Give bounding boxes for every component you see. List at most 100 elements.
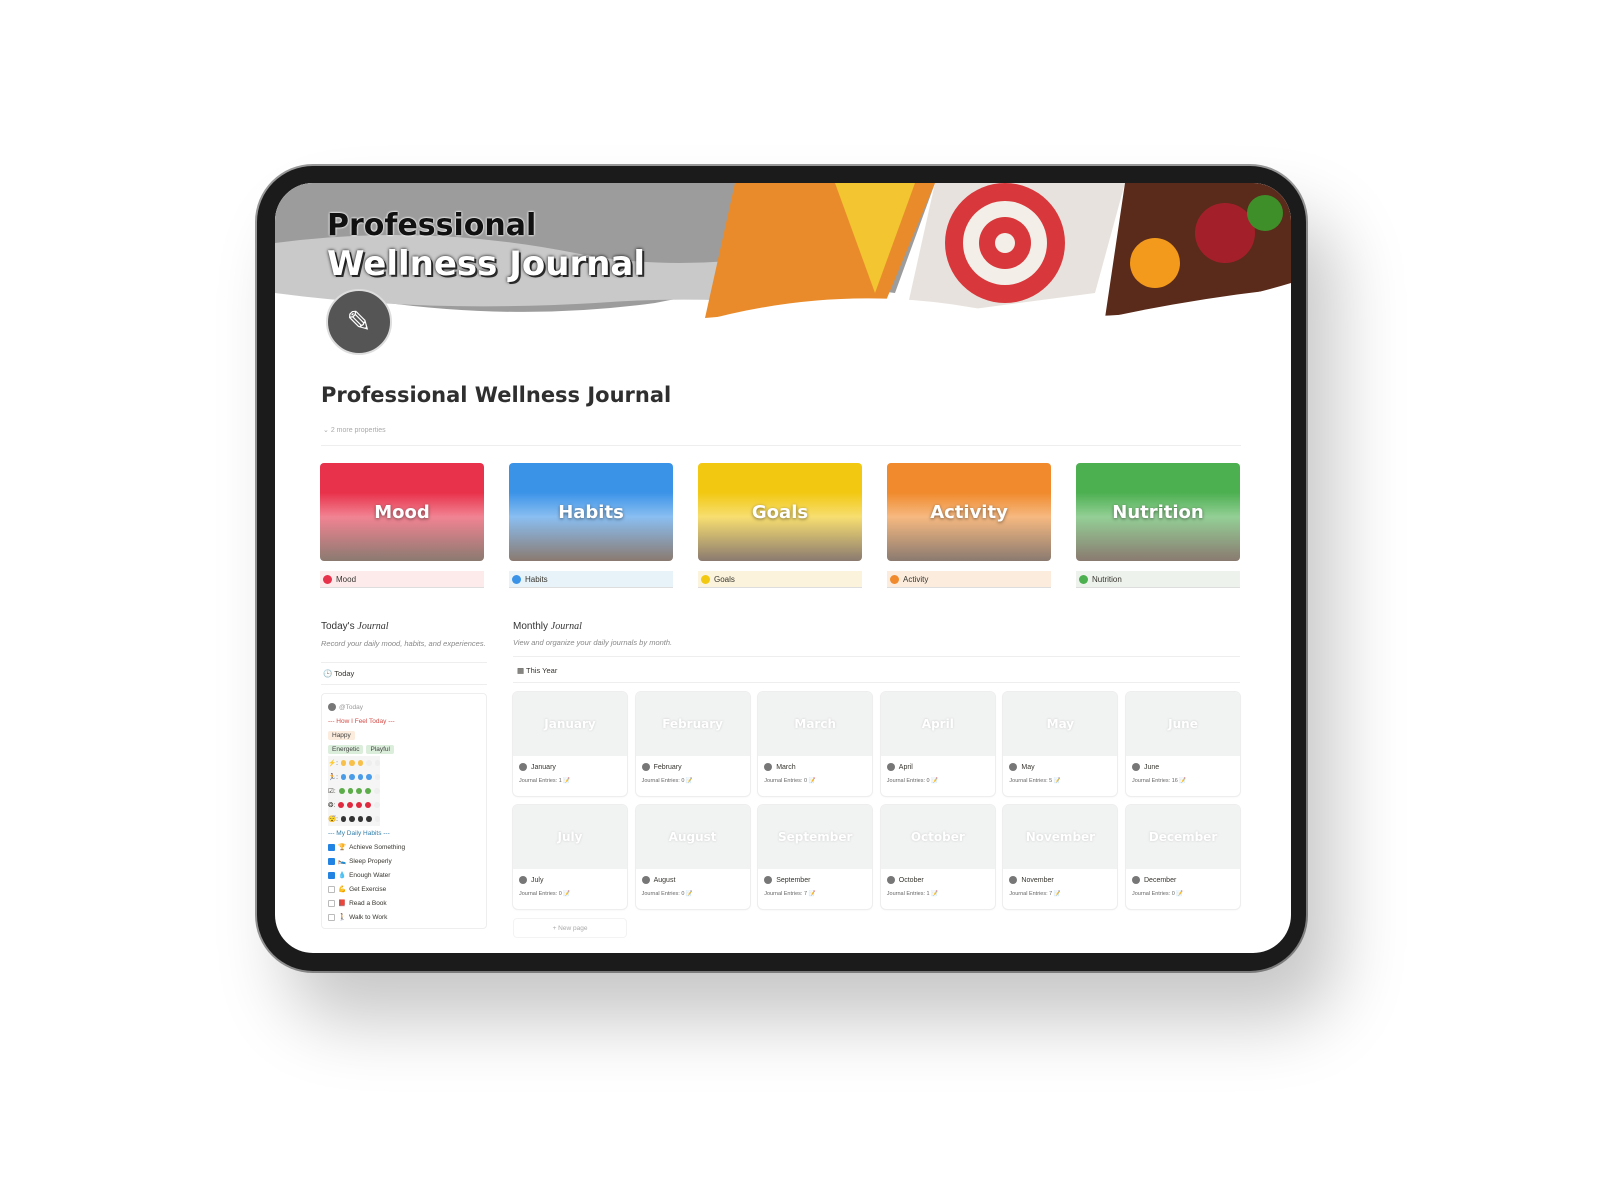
habit-icon: 🏆: [338, 844, 347, 851]
category-link-label: Habits: [525, 574, 548, 584]
month-title[interactable]: June: [1126, 756, 1240, 771]
habit-checkbox[interactable]: [328, 899, 335, 907]
habit-checkbox[interactable]: [328, 843, 335, 851]
rating-icon: ⚡:: [328, 760, 338, 767]
more-properties-toggle[interactable]: ⌄ 2 more properties: [323, 426, 386, 434]
month-title[interactable]: February: [636, 756, 750, 771]
month-title[interactable]: March: [758, 756, 872, 771]
category-card-activity[interactable]: Activity Activity: [887, 463, 1051, 588]
journal-entries: Journal Entries: 1 📝: [881, 884, 995, 897]
rating-row[interactable]: 🏃:: [328, 770, 381, 784]
month-card-july[interactable]: July July Journal Entries: 0 📝: [513, 805, 627, 909]
habit-row[interactable]: 📕 Read a Book: [328, 896, 480, 910]
habit-checkbox[interactable]: [328, 913, 335, 921]
habit-row[interactable]: 💧 Enough Water: [328, 868, 480, 882]
category-link-label: Mood: [336, 574, 357, 584]
month-title[interactable]: October: [881, 869, 995, 884]
month-card-august[interactable]: August August Journal Entries: 0 📝: [635, 805, 750, 909]
category-link-label: Nutrition: [1092, 574, 1122, 584]
month-title[interactable]: January: [513, 756, 627, 771]
category-card-habits[interactable]: Habits Habits: [509, 463, 673, 588]
category-link[interactable]: Goals: [698, 571, 862, 588]
journal-page-icon[interactable]: ✎: [326, 289, 392, 355]
month-title[interactable]: May: [1003, 756, 1117, 771]
divider: [321, 445, 1241, 446]
category-cover[interactable]: Mood: [320, 463, 484, 561]
rating-row[interactable]: ☑:: [328, 784, 381, 798]
category-link-label: Goals: [714, 574, 735, 584]
activity-icon: [890, 574, 899, 584]
category-card-mood[interactable]: Mood Mood: [320, 463, 484, 588]
month-card-december[interactable]: December December Journal Entries: 0 📝: [1126, 805, 1240, 909]
today-entry-card[interactable]: @Today --- How I Feel Today --- Happy Energ…: [321, 693, 487, 929]
page-title: Professional Wellness Journal: [321, 383, 672, 407]
category-card-nutrition[interactable]: Nutrition Nutrition: [1076, 463, 1240, 588]
entry-title[interactable]: @Today: [328, 700, 480, 714]
habit-row[interactable]: 💪 Get Exercise: [328, 882, 480, 896]
habit-checkbox[interactable]: [328, 871, 335, 879]
month-icon: [1132, 876, 1140, 884]
month-card-march[interactable]: March March Journal Entries: 0 📝: [758, 692, 873, 796]
memo-icon: 📝: [807, 778, 816, 784]
month-name: May: [1021, 763, 1035, 771]
month-card-june[interactable]: June June Journal Entries: 16 📝: [1126, 692, 1240, 796]
rating-row[interactable]: ❂:: [328, 798, 381, 812]
entries-label: Journal Entries:: [641, 891, 680, 897]
memo-icon: 📝: [929, 891, 938, 897]
month-title[interactable]: December: [1126, 869, 1240, 884]
month-card-november[interactable]: November November Journal Entries: 7 📝: [1003, 805, 1118, 909]
section-description: View and organize your daily journals by…: [513, 638, 673, 647]
month-card-february[interactable]: February February Journal Entries: 0 📝: [635, 692, 750, 796]
category-cover[interactable]: Activity: [887, 463, 1051, 561]
category-link[interactable]: Mood: [320, 571, 484, 588]
month-title[interactable]: November: [1003, 869, 1117, 884]
month-name: July: [531, 876, 544, 884]
new-page-button[interactable]: + New page: [513, 918, 627, 938]
mood-row: Happy: [328, 728, 480, 742]
habit-icon: 💪: [338, 886, 347, 893]
month-card-april[interactable]: April April Journal Entries: 0 📝: [880, 692, 995, 796]
notion-page: Professional Wellness Journal ✎ Professio…: [275, 183, 1291, 953]
habit-row[interactable]: 🛌 Sleep Properly: [328, 854, 480, 868]
month-cover: July: [513, 805, 627, 869]
feeling-tag[interactable]: Energetic: [328, 744, 364, 754]
entries-label: Journal Entries:: [886, 891, 926, 897]
rating-row[interactable]: ⚡:: [328, 756, 381, 770]
category-card-goals[interactable]: Goals Goals: [698, 463, 862, 588]
category-cover[interactable]: Nutrition: [1076, 463, 1240, 561]
journal-entries: Journal Entries: 7 📝: [1003, 884, 1117, 897]
month-card-may[interactable]: May May Journal Entries: 5 📝: [1003, 692, 1118, 796]
month-title[interactable]: July: [513, 869, 627, 884]
month-title[interactable]: April: [881, 756, 995, 771]
category-cover[interactable]: Goals: [698, 463, 862, 561]
category-cover[interactable]: Habits: [509, 463, 673, 561]
month-icon: [519, 763, 527, 771]
month-cover: October: [880, 805, 995, 869]
mood-tag[interactable]: Happy: [328, 730, 355, 740]
month-title[interactable]: September: [758, 869, 872, 884]
section-title: Monthly Journal: [513, 621, 582, 632]
category-cover-title: Nutrition: [1112, 501, 1204, 523]
habit-label: Read a Book: [349, 899, 387, 907]
month-name: April: [898, 763, 913, 771]
category-link[interactable]: Activity: [887, 571, 1051, 588]
habit-row[interactable]: 🚶 Walk to Work: [328, 910, 480, 924]
view-tab-today[interactable]: 🕒 Today: [321, 662, 487, 685]
month-card-september[interactable]: September September Journal Entries: 7 📝: [758, 805, 873, 909]
habit-row[interactable]: 🏆 Achieve Something: [328, 840, 480, 854]
month-card-january[interactable]: January January Journal Entries: 1 📝: [513, 692, 627, 796]
feeling-tag[interactable]: Playful: [366, 744, 394, 754]
habit-checkbox[interactable]: [328, 857, 335, 865]
month-title[interactable]: August: [636, 869, 750, 884]
rating-dot: [349, 760, 355, 766]
rating-dot: [340, 760, 347, 766]
category-link[interactable]: Nutrition: [1076, 571, 1240, 588]
view-tab-this-year[interactable]: ▦ This Year: [517, 666, 557, 675]
month-card-october[interactable]: October October Journal Entries: 1 📝: [880, 805, 995, 909]
category-link[interactable]: Habits: [509, 571, 673, 588]
rating-dot: [340, 816, 347, 822]
month-name: August: [653, 876, 676, 884]
habit-checkbox[interactable]: [328, 885, 335, 893]
rating-row[interactable]: 😴:: [328, 812, 381, 826]
rating-dot: [365, 802, 372, 808]
